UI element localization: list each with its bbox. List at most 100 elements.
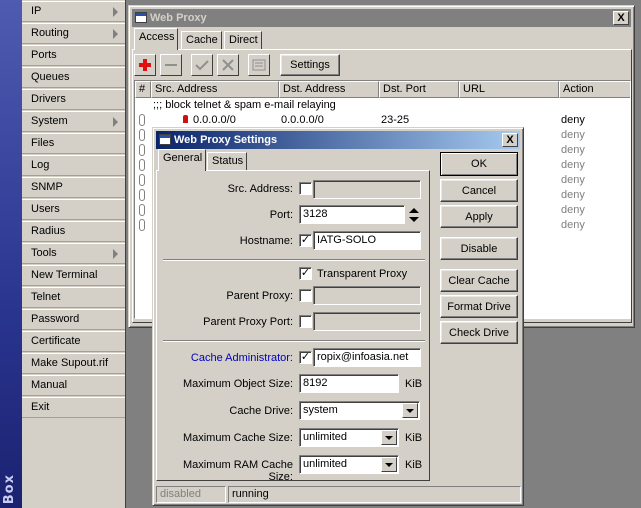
cell-action: deny <box>561 129 585 141</box>
cache-drive-select[interactable]: system <box>299 401 420 420</box>
enable-button[interactable] <box>191 54 213 76</box>
clear-cache-button[interactable]: Clear Cache <box>440 269 518 292</box>
chevron-down-icon[interactable] <box>381 430 397 445</box>
src-address-checkbox[interactable] <box>299 182 312 195</box>
row-marker-icon <box>139 174 145 186</box>
sidebar-item-label: Users <box>31 203 60 215</box>
sidebar-item-queues[interactable]: Queues <box>22 67 126 88</box>
sidebar-item-ports[interactable]: Ports <box>22 45 126 66</box>
max-ram-cache-size-select[interactable]: unlimited <box>299 455 399 474</box>
transparent-proxy-label[interactable]: Transparent Proxy <box>317 268 407 280</box>
tab-status[interactable]: Status <box>207 152 247 171</box>
sidebar-item-snmp[interactable]: SNMP <box>22 177 126 198</box>
sidebar-item-telnet[interactable]: Telnet <box>22 287 126 308</box>
max-ram-cache-size-value: unlimited <box>303 458 348 470</box>
note-icon <box>252 59 266 71</box>
cache-drive-value: system <box>303 404 338 416</box>
row-marker-icon <box>139 129 145 141</box>
sidebar-item-tools[interactable]: Tools <box>22 243 126 264</box>
sidebar-item-certificate[interactable]: Certificate <box>22 331 126 352</box>
sidebar-item-system[interactable]: System <box>22 111 126 132</box>
window-icon <box>159 134 171 145</box>
sidebar-item-label: Tools <box>31 247 57 259</box>
hostname-field[interactable]: IATG-SOLO <box>313 231 421 250</box>
max-cache-size-value: unlimited <box>303 431 348 443</box>
settings-title: Web Proxy Settings <box>174 134 278 146</box>
sidebar-item-manual[interactable]: Manual <box>22 375 126 396</box>
sidebar-item-drivers[interactable]: Drivers <box>22 89 126 110</box>
sidebar-item-files[interactable]: Files <box>22 133 126 154</box>
column-header-number[interactable]: # <box>135 81 151 98</box>
sidebar-item-ip[interactable]: IP <box>22 1 126 22</box>
column-header-dst-address[interactable]: Dst. Address <box>279 81 379 98</box>
sidebar-item-new-terminal[interactable]: New Terminal <box>22 265 126 286</box>
max-cache-size-label: Maximum Cache Size: <box>182 432 293 444</box>
cancel-button[interactable]: Cancel <box>440 179 518 202</box>
sidebar-item-exit[interactable]: Exit <box>22 397 126 418</box>
max-ram-cache-size-label: Maximum RAM Cache Size: <box>182 459 293 483</box>
hostname-checkbox[interactable]: ✓ <box>299 234 312 247</box>
sidebar-item-routing[interactable]: Routing <box>22 23 126 44</box>
table-row[interactable]: 0.0.0.0/0 0.0.0.0/0 23-25 deny <box>135 113 630 128</box>
cell-action: deny <box>561 144 585 156</box>
sidebar-item-password[interactable]: Password <box>22 309 126 330</box>
parent-proxy-port-checkbox[interactable] <box>299 315 312 328</box>
sidebar-item-log[interactable]: Log <box>22 155 126 176</box>
transparent-proxy-checkbox[interactable]: ✓ <box>299 267 312 280</box>
settings-button[interactable]: Settings <box>280 54 340 76</box>
disable-button[interactable]: Disable <box>440 237 518 260</box>
column-header-src-address[interactable]: Src. Address <box>151 81 279 98</box>
web-proxy-titlebar[interactable]: Web Proxy X <box>132 9 631 27</box>
settings-titlebar[interactable]: Web Proxy Settings X <box>156 131 520 149</box>
apply-button[interactable]: Apply <box>440 205 518 228</box>
sidebar-item-users[interactable]: Users <box>22 199 126 220</box>
chevron-right-icon <box>113 117 118 127</box>
sidebar-item-label: Certificate <box>31 335 81 347</box>
sidebar-item-radius[interactable]: Radius <box>22 221 126 242</box>
sidebar-item-label: Make Supout.rif <box>31 357 109 369</box>
parent-proxy-field[interactable] <box>313 286 421 305</box>
check-drive-button[interactable]: Check Drive <box>440 321 518 344</box>
chevron-down-icon[interactable] <box>402 403 418 418</box>
close-icon[interactable]: X <box>502 133 518 147</box>
check-icon <box>195 60 209 71</box>
format-drive-button[interactable]: Format Drive <box>440 295 518 318</box>
table-comment-row[interactable]: ;;; block telnet & spam e-mail relaying <box>135 98 630 113</box>
column-header-dst-port[interactable]: Dst. Port <box>379 81 459 98</box>
cache-administrator-field[interactable]: ropix@infoasia.net <box>313 348 421 367</box>
sidebar-item-make-supout-rif[interactable]: Make Supout.rif <box>22 353 126 374</box>
src-address-field[interactable] <box>313 180 421 199</box>
row-marker-icon <box>139 159 145 171</box>
tab-general[interactable]: General <box>158 149 206 171</box>
tab-cache[interactable]: Cache <box>181 31 222 50</box>
close-icon[interactable]: X <box>613 11 629 25</box>
hostname-label: Hostname: <box>239 235 293 247</box>
parent-proxy-port-field[interactable] <box>313 312 421 331</box>
row-marker-icon <box>139 114 145 126</box>
sidebar-item-label: Files <box>31 137 55 149</box>
ok-button[interactable]: OK <box>440 152 518 176</box>
add-button[interactable] <box>134 54 156 76</box>
status-disabled: disabled <box>156 486 226 503</box>
parent-proxy-checkbox[interactable] <box>299 289 312 302</box>
remove-button[interactable] <box>160 54 182 76</box>
sidebar-item-label: SNMP <box>31 181 63 193</box>
cell-src: 0.0.0.0/0 <box>193 114 236 126</box>
max-object-size-field[interactable]: 8192 <box>299 374 399 393</box>
column-header-action[interactable]: Action <box>559 81 630 98</box>
column-header-url[interactable]: URL <box>459 81 559 98</box>
comment-button[interactable] <box>248 54 270 76</box>
cell-port: 23-25 <box>381 114 410 126</box>
max-cache-size-select[interactable]: unlimited <box>299 428 399 447</box>
spinner-arrows-icon[interactable] <box>408 207 420 223</box>
max-cache-size-unit: KiB <box>405 432 423 444</box>
disable-button[interactable] <box>217 54 239 76</box>
tab-access[interactable]: Access <box>134 28 178 50</box>
row-marker-icon <box>139 219 145 231</box>
tab-direct[interactable]: Direct <box>224 31 262 50</box>
brand-strip: Box <box>0 0 22 508</box>
port-field[interactable]: 3128 <box>299 205 405 224</box>
cache-administrator-checkbox[interactable]: ✓ <box>299 351 312 364</box>
chevron-down-icon[interactable] <box>381 457 397 472</box>
cell-action: deny <box>561 189 585 201</box>
